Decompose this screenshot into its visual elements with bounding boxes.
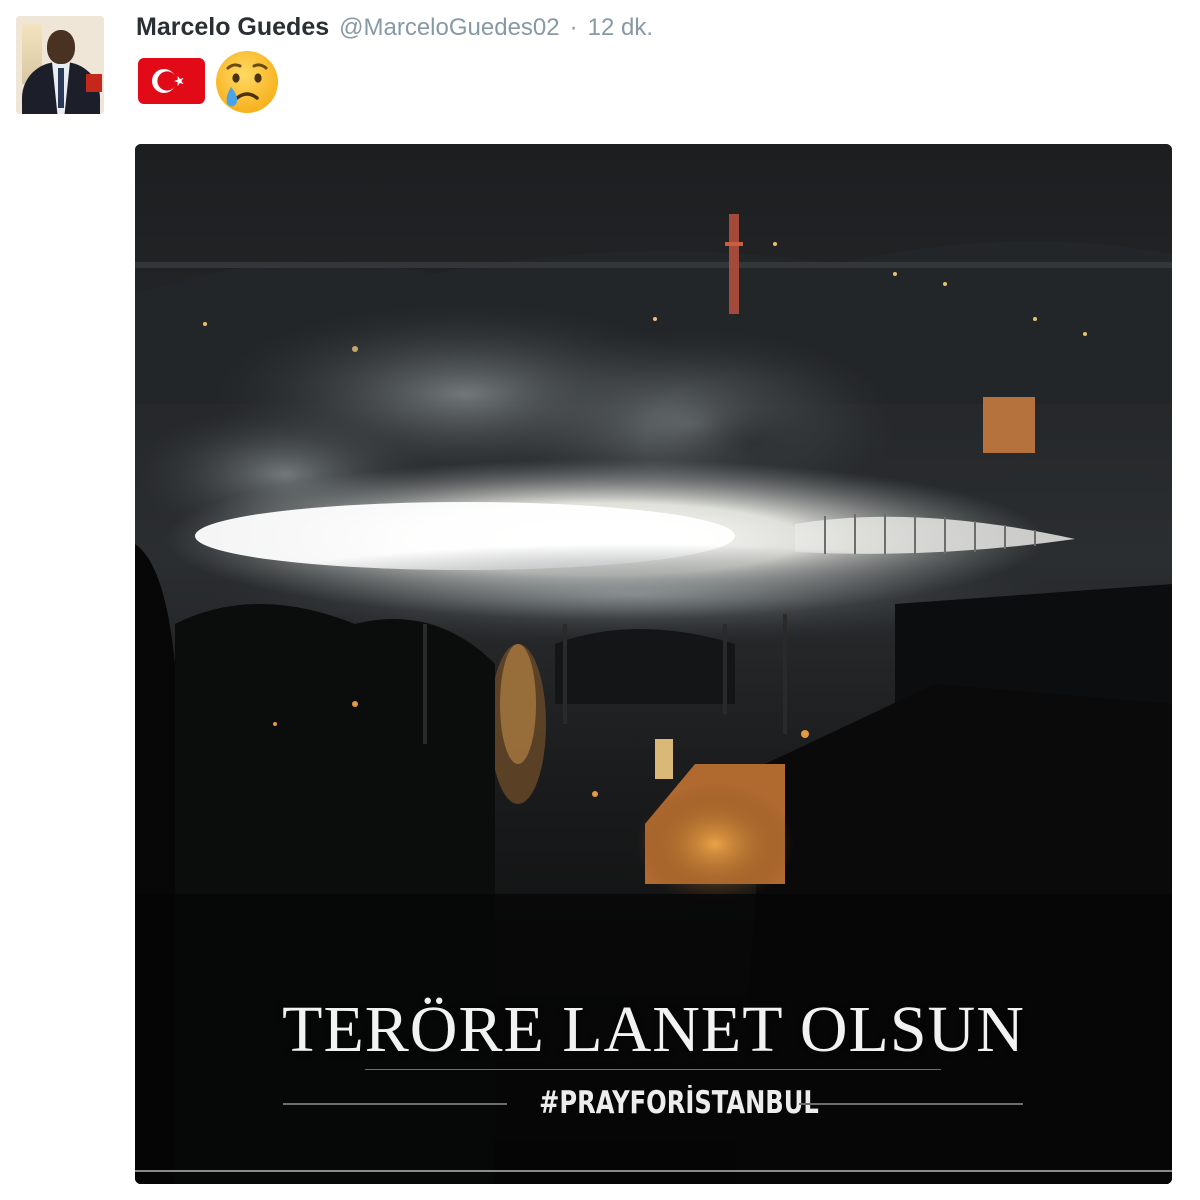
caption-divider-right [799, 1103, 1023, 1105]
photo-bottom-line [135, 1170, 1172, 1172]
avatar-head [47, 30, 75, 64]
avatar-tie [58, 68, 64, 108]
avatar[interactable] [16, 16, 104, 114]
tweet-photo[interactable]: TERÖRE LANET OLSUN #PRAYFORİSTANBUL [135, 144, 1172, 1184]
crying-face-icon [214, 49, 280, 115]
image-caption-hashtag: #PRAYFORİSTANBUL [539, 1085, 819, 1121]
caption-divider-left [283, 1103, 507, 1105]
tweet-header: Marcelo Guedes @MarceloGuedes02 · 12 dk. [136, 13, 653, 45]
tweet: Marcelo Guedes @MarceloGuedes02 · 12 dk. [0, 0, 1200, 1200]
avatar-flag [86, 74, 102, 92]
header-separator: · [569, 14, 578, 41]
tweet-timestamp[interactable]: 12 dk. [588, 14, 653, 42]
turkey-flag-icon [138, 58, 205, 104]
author-handle[interactable]: @MarceloGuedes02 [339, 14, 559, 42]
author-name[interactable]: Marcelo Guedes [136, 13, 329, 42]
image-caption-main: TERÖRE LANET OLSUN [282, 993, 1025, 1066]
caption-divider-top [365, 1069, 941, 1070]
